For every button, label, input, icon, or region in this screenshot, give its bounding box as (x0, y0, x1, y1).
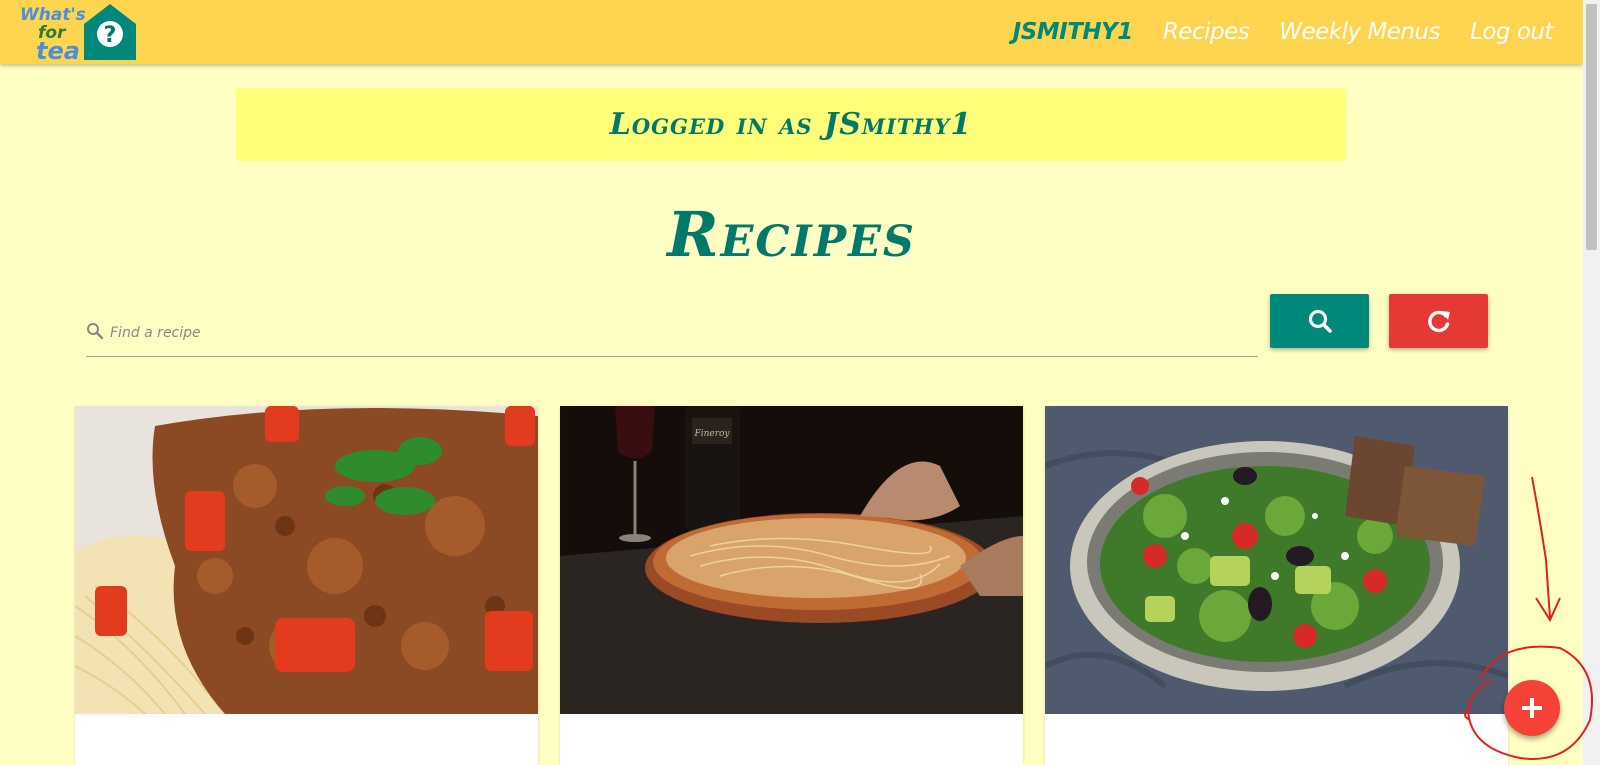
nav-recipes-link[interactable]: Recipes (1163, 19, 1250, 45)
navbar: ? What's for tea JSMITHY1 Recipes Weekly… (0, 0, 1583, 64)
reset-button[interactable] (1389, 294, 1488, 348)
scrollbar[interactable] (1583, 0, 1600, 765)
search-icon (87, 323, 104, 340)
plus-icon (1522, 698, 1542, 718)
login-banner: Logged in as JSmithy1 (236, 88, 1346, 161)
recipe-card[interactable] (1045, 406, 1508, 765)
nav-logout-link[interactable]: Log out (1470, 19, 1553, 45)
nav-user-link[interactable]: JSMITHY1 (1013, 19, 1134, 45)
nav-weekly-menus-link[interactable]: Weekly Menus (1279, 19, 1440, 45)
refresh-icon (1427, 310, 1450, 333)
search-button[interactable] (1270, 294, 1369, 348)
login-banner-text: Logged in as JSmithy1 (609, 107, 973, 142)
svg-text:Fineroy: Fineroy (693, 429, 730, 439)
recipe-card[interactable]: Fineroy (560, 406, 1023, 765)
add-recipe-button[interactable] (1504, 680, 1560, 736)
page-title: Recipes (667, 198, 916, 271)
svg-text:What's: What's (20, 5, 86, 25)
svg-text:tea: tea (36, 37, 80, 62)
salad-photo (1045, 406, 1508, 714)
search-icon (1308, 309, 1332, 333)
recipe-card[interactable] (75, 406, 538, 765)
spaghetti-bolognese-photo (75, 406, 538, 714)
logo[interactable]: ? What's for tea (18, 2, 140, 62)
svg-text:?: ? (104, 23, 117, 48)
search-field (86, 312, 1258, 357)
search-input[interactable] (108, 318, 1252, 348)
pizza-photo: Fineroy (560, 406, 1023, 714)
nav-links: JSMITHY1 Recipes Weekly Menus Log out (983, 0, 1554, 64)
scrollbar-thumb[interactable] (1586, 4, 1597, 250)
